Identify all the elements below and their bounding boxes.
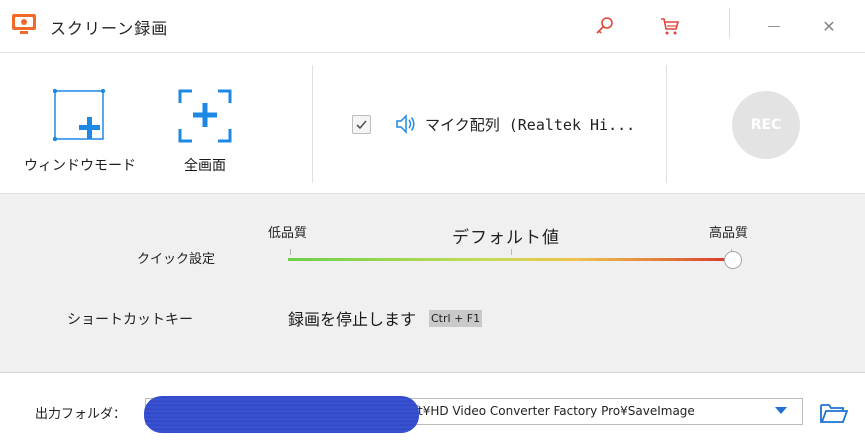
mode-separator-right: [666, 65, 667, 183]
minimize-button[interactable]: —: [756, 8, 792, 44]
output-panel: 出力フォルダ： ft¥HD Video Converter Factory Pr…: [0, 373, 865, 444]
speaker-icon[interactable]: [395, 113, 417, 135]
folder-open-icon[interactable]: [819, 401, 849, 425]
quality-slider-track[interactable]: [288, 258, 733, 261]
checkmark-icon: [356, 119, 367, 129]
mode-separator-left: [312, 65, 313, 183]
quality-tick-default: [511, 249, 512, 255]
capture-mode-panel: ウィンドウモード 全画面 マイク配列 (Realtek Hi... REC: [0, 53, 865, 194]
cart-icon: [661, 18, 680, 35]
fullscreen-mode-label: 全画面: [184, 158, 226, 174]
quality-slider-thumb[interactable]: [724, 251, 742, 269]
hotkey-keys[interactable]: Ctrl + F1: [429, 310, 483, 327]
license-key-button[interactable]: [586, 8, 622, 44]
quality-high-label: 高品質: [709, 226, 749, 241]
close-button[interactable]: ✕: [811, 8, 847, 44]
chevron-down-icon[interactable]: [775, 407, 787, 414]
quality-low-label: 低品質: [268, 226, 308, 241]
audio-device-label[interactable]: マイク配列 (Realtek Hi...: [425, 114, 635, 135]
quality-tick-low: [290, 249, 291, 255]
window-capture-icon: [53, 89, 106, 142]
key-icon: [596, 17, 613, 34]
fullscreen-mode-button[interactable]: 全画面: [170, 53, 240, 194]
fullscreen-capture-icon: [178, 89, 232, 143]
hotkey-action: 録画を停止します: [288, 310, 417, 329]
window-mode-button[interactable]: ウィンドウモード: [18, 53, 142, 194]
screen-record-app-icon: [12, 14, 36, 34]
redaction-scribble: [144, 396, 419, 433]
quality-default-label: デフォルト値: [452, 228, 560, 248]
hotkey-label: ショートカットキー: [67, 312, 193, 328]
title-bar: スクリーン録画 — ✕: [0, 0, 865, 53]
close-icon: ✕: [822, 16, 836, 36]
audio-source-row: マイク配列 (Realtek Hi...: [352, 113, 635, 135]
purchase-button[interactable]: [652, 8, 688, 44]
window-title: スクリーン録画: [50, 19, 169, 38]
window-mode-label: ウィンドウモード: [24, 158, 136, 174]
minimize-icon: —: [767, 18, 781, 34]
audio-enable-checkbox[interactable]: [352, 114, 371, 134]
rec-button[interactable]: REC: [732, 91, 800, 159]
settings-panel: 低品質 デフォルト値 高品質 クイック設定 ショートカットキー 録画を停止します…: [0, 194, 865, 373]
output-folder-label: 出力フォルダ：: [35, 407, 127, 422]
quick-setting-label: クイック設定: [137, 252, 216, 267]
output-folder-path: ft¥HD Video Converter Factory Pro¥SaveIm…: [414, 404, 695, 418]
output-folder-select[interactable]: ft¥HD Video Converter Factory Pro¥SaveIm…: [144, 396, 803, 433]
titlebar-separator: [729, 8, 730, 38]
